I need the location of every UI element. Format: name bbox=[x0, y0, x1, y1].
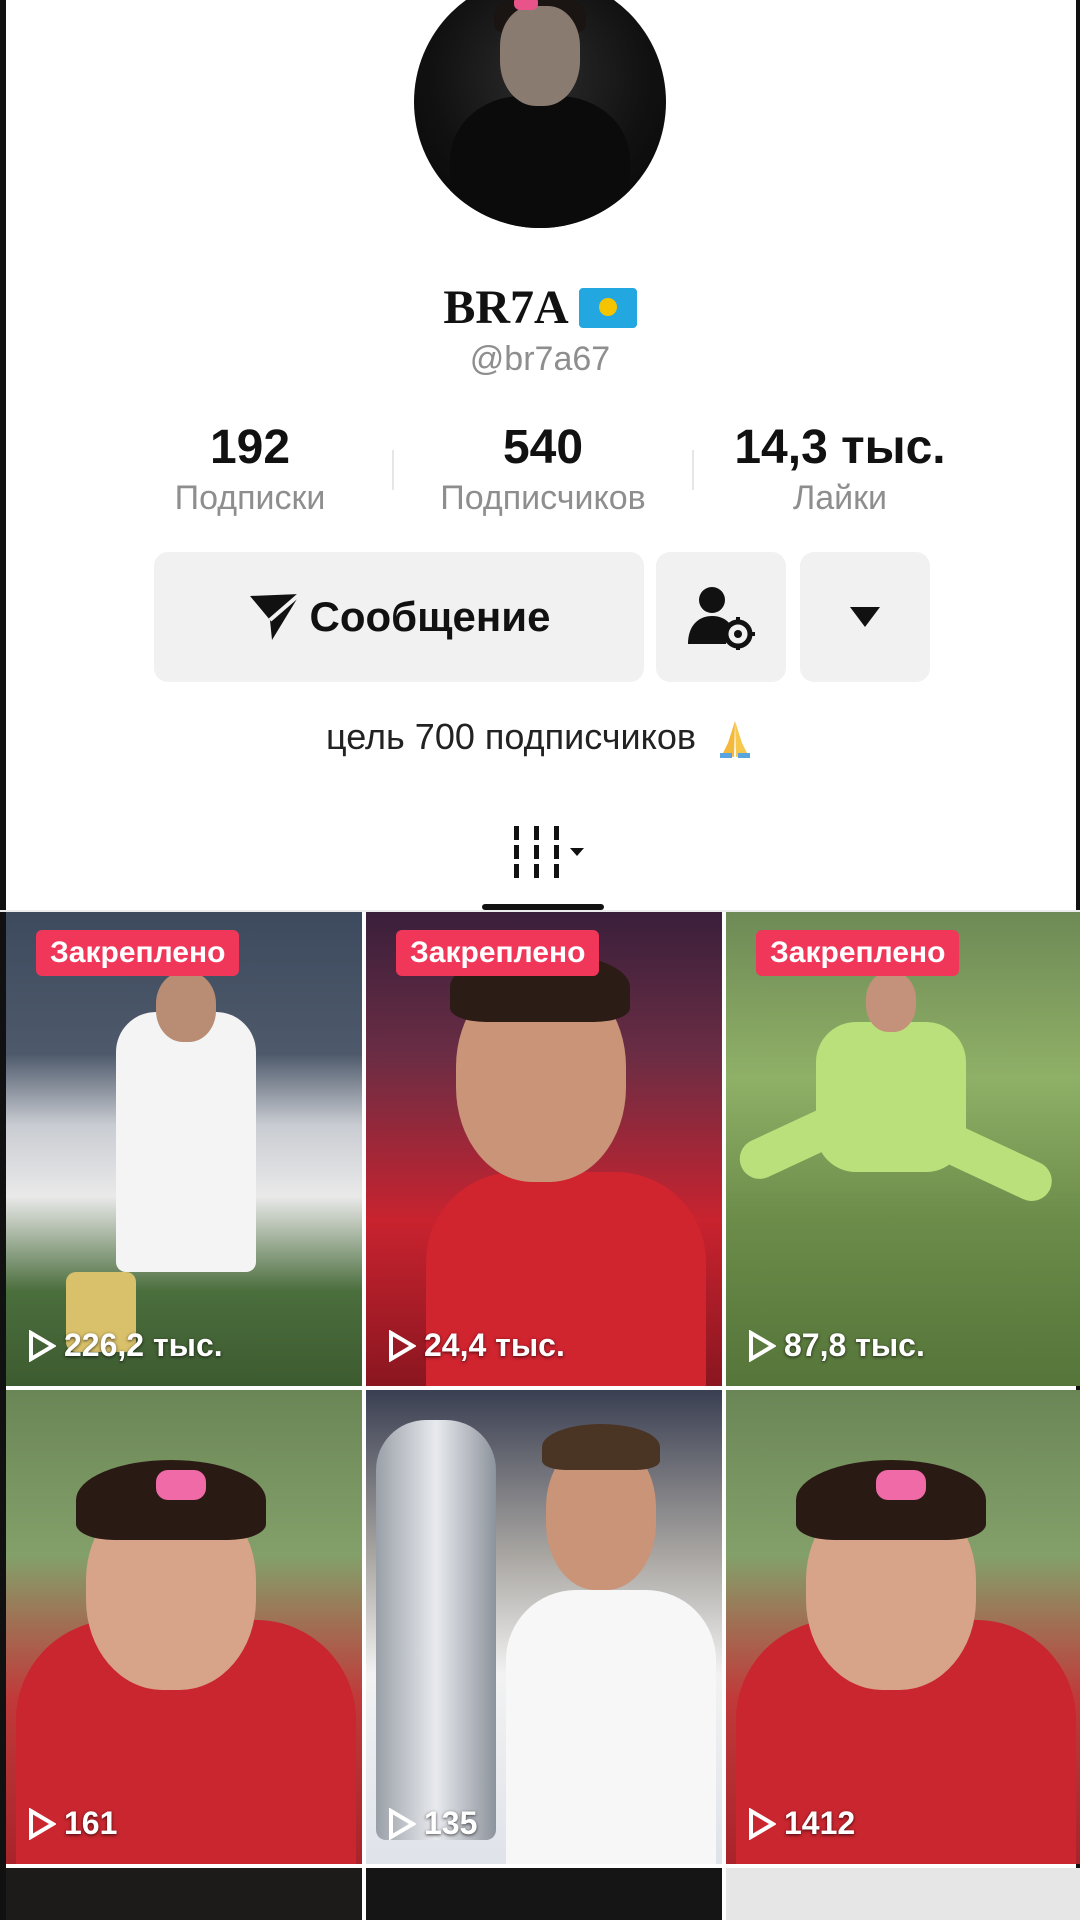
view-count: 24,4 тыс. bbox=[388, 1327, 565, 1364]
stat-followers-label: Подписчиков bbox=[440, 479, 646, 517]
stat-followers[interactable]: 540 Подписчиков bbox=[408, 420, 678, 520]
video-tile[interactable]: Закреплено 24,4 тыс. bbox=[366, 912, 722, 1386]
video-tile[interactable]: Закреплено 226,2 тыс. bbox=[6, 912, 362, 1386]
video-tile[interactable]: Закреплено 87,8 тыс. bbox=[726, 912, 1080, 1386]
more-options-button[interactable] bbox=[800, 552, 930, 682]
stat-following-value: 192 bbox=[209, 421, 291, 474]
stat-divider bbox=[692, 450, 694, 490]
play-icon bbox=[749, 1329, 776, 1362]
pinned-badge: Закреплено bbox=[756, 930, 960, 976]
bio-text: цель 700 подписчиков bbox=[326, 716, 696, 757]
view-count-text: 226,2 тыс. bbox=[64, 1327, 223, 1363]
play-icon bbox=[389, 1329, 416, 1362]
video-tile[interactable]: 1412 bbox=[726, 1390, 1080, 1864]
profile-page: BR7A @br7a67 192 Подписки 540 Подписчико… bbox=[0, 0, 1080, 1920]
stat-followers-value: 540 bbox=[502, 421, 584, 474]
stat-likes-label: Лайки bbox=[792, 479, 888, 517]
view-count-text: 87,8 тыс. bbox=[784, 1327, 925, 1363]
message-button-label: Сообщение bbox=[309, 593, 551, 640]
pinned-badge: Закреплено bbox=[36, 930, 240, 976]
grid-filter-icon[interactable] bbox=[512, 824, 592, 880]
pinned-badge: Закреплено bbox=[396, 930, 600, 976]
play-icon bbox=[389, 1807, 416, 1840]
user-settings-icon bbox=[688, 587, 755, 650]
video-tile[interactable] bbox=[366, 1868, 722, 1920]
stat-likes-value: 14,3 тыс. bbox=[734, 421, 946, 474]
stat-following[interactable]: 192 Подписки bbox=[140, 420, 360, 520]
username-handle: @br7a67 bbox=[469, 340, 611, 378]
send-icon bbox=[249, 592, 301, 640]
video-tile[interactable] bbox=[6, 1868, 362, 1920]
stat-likes[interactable]: 14,3 тыс. Лайки bbox=[710, 420, 970, 520]
view-count-text: 161 bbox=[64, 1805, 118, 1841]
view-count: 161 bbox=[28, 1805, 117, 1842]
stat-following-label: Подписки bbox=[174, 479, 326, 517]
triangle-down-icon bbox=[850, 607, 880, 627]
kz-flag-icon bbox=[578, 287, 637, 328]
play-icon bbox=[29, 1329, 56, 1362]
view-count: 1412 bbox=[748, 1805, 855, 1842]
play-icon bbox=[29, 1807, 56, 1840]
stat-divider bbox=[392, 450, 394, 490]
view-count-text: 24,4 тыс. bbox=[424, 1327, 565, 1363]
profile-name-row: BR7A bbox=[0, 280, 1080, 335]
video-grid: Закреплено 226,2 тыс. Закреплено 24,4 ты… bbox=[6, 912, 1080, 1920]
display-name: BR7A bbox=[443, 281, 569, 334]
message-button[interactable]: Сообщение bbox=[154, 552, 644, 682]
profile-stats: 192 Подписки 540 Подписчиков 14,3 тыс. Л… bbox=[140, 420, 970, 520]
view-count-text: 1412 bbox=[784, 1805, 856, 1841]
profile-bio: цель 700 подписчиков bbox=[0, 716, 1080, 759]
folded-hands-icon bbox=[719, 721, 750, 759]
add-friend-settings-button[interactable] bbox=[656, 552, 786, 682]
view-count: 87,8 тыс. bbox=[748, 1327, 925, 1364]
avatar[interactable] bbox=[414, 0, 666, 228]
video-tile[interactable]: 161 bbox=[6, 1390, 362, 1864]
play-icon bbox=[749, 1807, 776, 1840]
video-tile[interactable]: 135 bbox=[366, 1390, 722, 1864]
view-count: 135 bbox=[388, 1805, 477, 1842]
view-count: 226,2 тыс. bbox=[28, 1327, 223, 1364]
view-count-text: 135 bbox=[424, 1805, 478, 1841]
video-tile[interactable] bbox=[726, 1868, 1080, 1920]
